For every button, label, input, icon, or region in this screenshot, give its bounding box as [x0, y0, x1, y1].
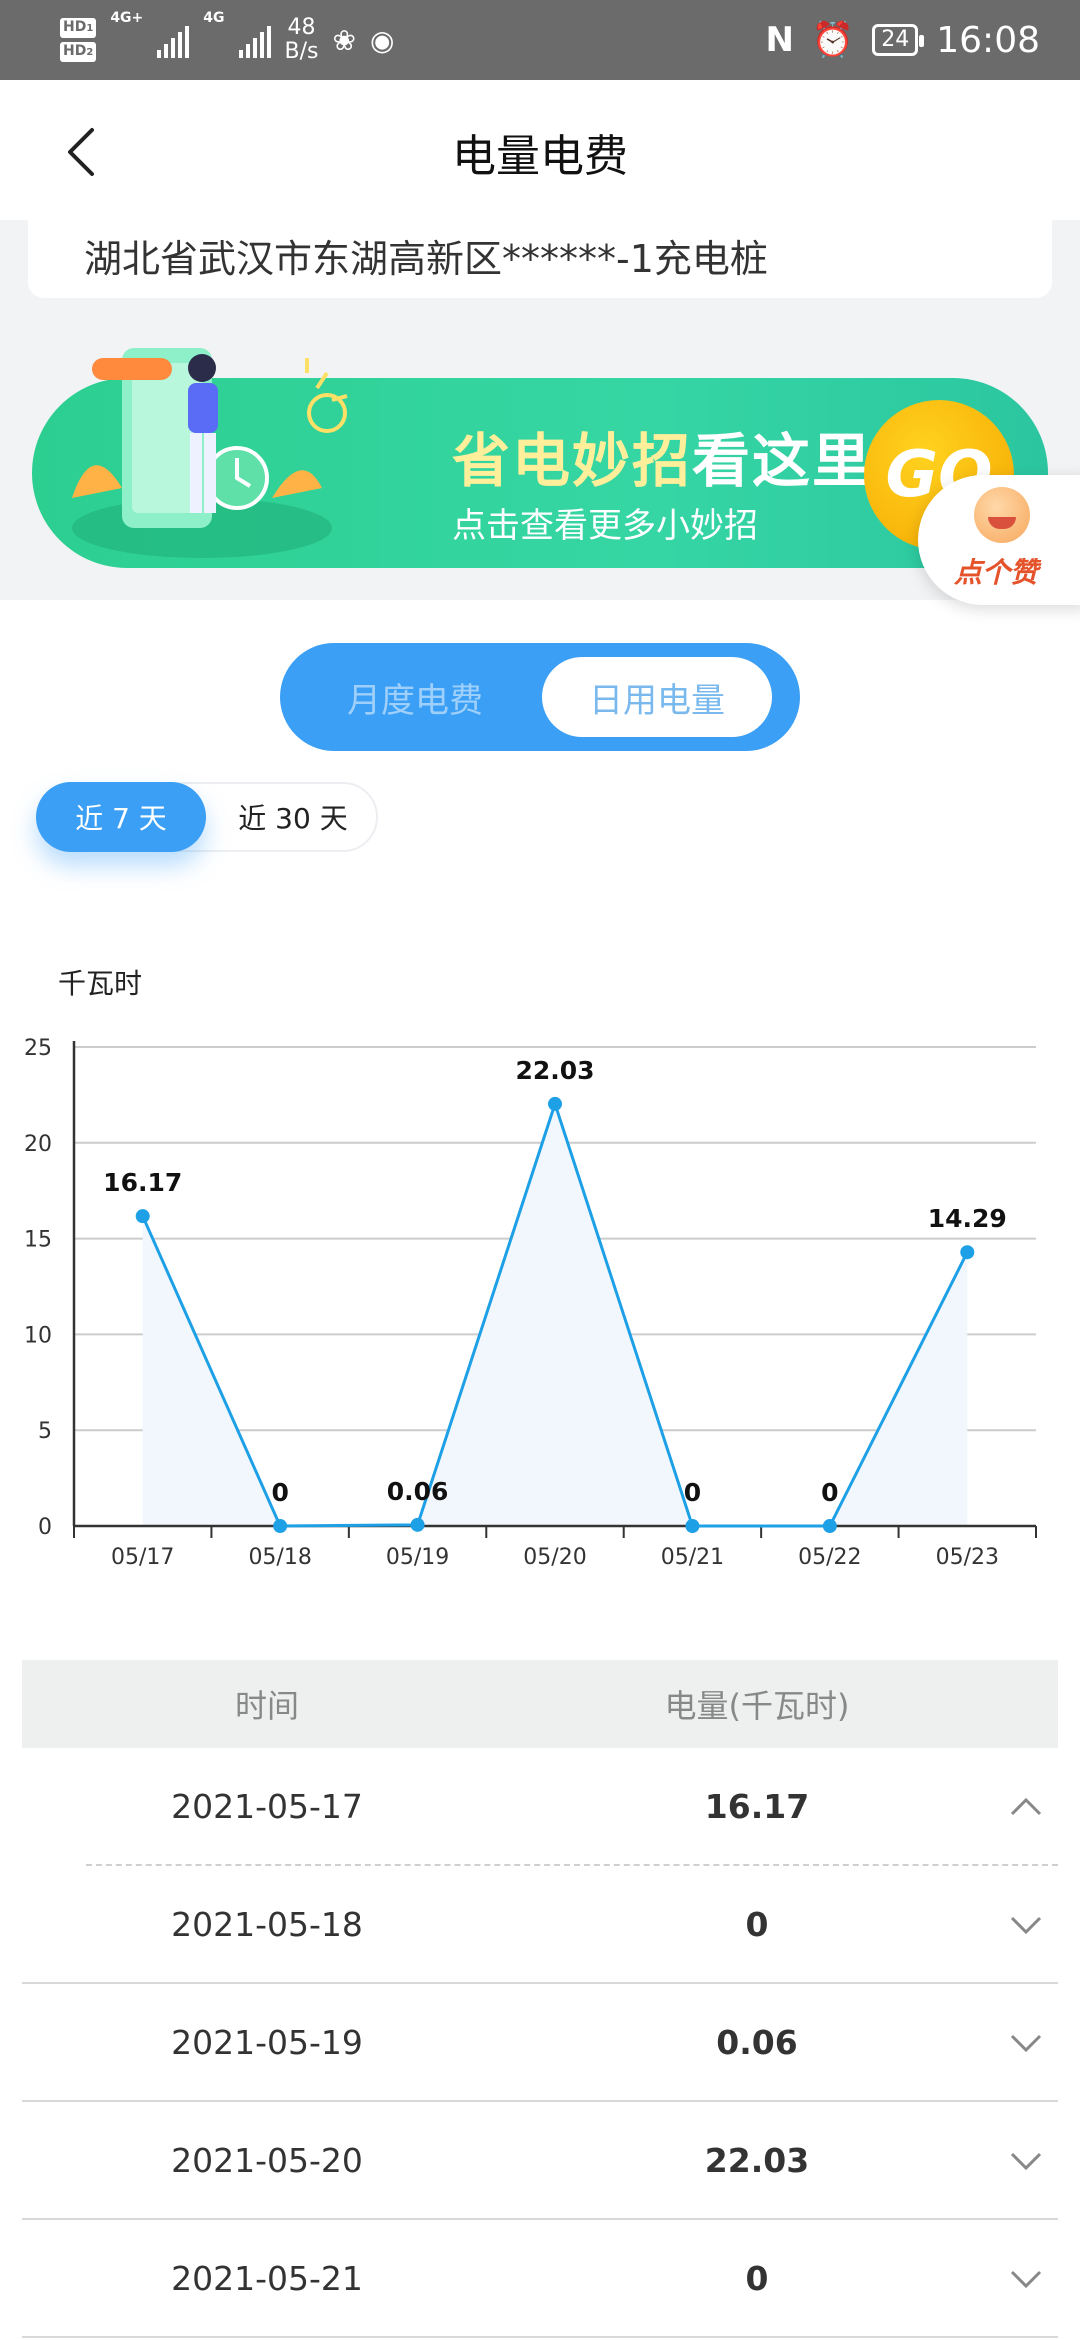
- tab-daily-usage[interactable]: 日用电量: [542, 657, 772, 737]
- table-header: 时间 电量(千瓦时): [22, 1660, 1058, 1748]
- x-tick-label: 05/23: [936, 1545, 999, 1570]
- column-header-time: 时间: [234, 1687, 299, 1725]
- series-area: [142, 1103, 968, 1526]
- status-left: HD1 HD2 4G+ 4G 48 B/s ❀ ◉: [60, 10, 394, 70]
- y-tick-label: 10: [24, 1323, 52, 1348]
- sim1-label: HD: [63, 19, 87, 35]
- x-tick-label: 05/20: [523, 1545, 586, 1570]
- alarm-icon: ⏰: [811, 20, 855, 60]
- net-speed-value: 48: [287, 15, 316, 40]
- data-label: 16.17: [103, 1168, 182, 1197]
- range-7-days-button[interactable]: 近 7 天: [36, 782, 206, 852]
- data-label: 0: [271, 1478, 288, 1507]
- like-button[interactable]: 点个赞: [918, 475, 1080, 605]
- status-bar: HD1 HD2 4G+ 4G 48 B/s ❀ ◉ N ⏰ 24 16:08: [0, 0, 1080, 80]
- data-label: 14.29: [928, 1204, 1007, 1233]
- chevron-up-icon[interactable]: [1008, 1788, 1044, 1824]
- data-point: [410, 1517, 425, 1532]
- battery-level: 24: [881, 27, 910, 52]
- chevron-down-icon[interactable]: [1008, 2142, 1044, 2178]
- range-toggle: 近 7 天 近 30 天: [36, 782, 378, 852]
- usage-table: 时间 电量(千瓦时) 2021-05-17 16.17 2021-05-18 0 202…: [22, 1660, 1058, 2338]
- banner-headline-part1: 省电妙招: [452, 427, 693, 495]
- data-label: 22.03: [515, 1056, 594, 1085]
- page-title: 电量电费: [452, 131, 628, 182]
- signal1-icon: [157, 22, 190, 58]
- nfc-icon: N: [765, 20, 794, 60]
- daily-usage-line-chart: 千瓦时 0 5 10 15 20 25 05/17 05/18 05/19 05/20 05/21 0…: [24, 967, 1037, 1570]
- row-value: 16.17: [704, 1786, 810, 1826]
- battery-icon: 24: [872, 24, 925, 56]
- like-button-label: 点个赞: [954, 556, 1039, 589]
- row-value: 22.03: [704, 2140, 810, 2180]
- row-value: 0: [745, 1904, 769, 1944]
- y-tick-label: 25: [24, 1036, 52, 1061]
- x-tick-label: 05/19: [386, 1545, 449, 1570]
- y-tick-label: 20: [24, 1132, 52, 1157]
- station-address: 湖北省武汉市东湖高新区******-1充电桩: [84, 237, 768, 281]
- chevron-down-icon[interactable]: [1008, 1906, 1044, 1942]
- row-date: 2021-05-21: [171, 2258, 363, 2298]
- data-point: [273, 1519, 288, 1533]
- clock: 16:08: [936, 19, 1040, 61]
- row-date: 2021-05-17: [171, 1786, 363, 1826]
- energy-tips-banner[interactable]: 省电妙招看这里 点击查看更多小妙招 GO: [32, 348, 1048, 568]
- y-tick-label: 5: [38, 1419, 52, 1444]
- x-tick-label: 05/17: [111, 1545, 174, 1570]
- table-row[interactable]: 2021-05-18 0: [22, 1866, 1058, 1984]
- table-row[interactable]: 2021-05-21 0: [22, 2220, 1058, 2338]
- y-tick-label: 15: [24, 1228, 52, 1253]
- y-tick-label: 0: [38, 1515, 52, 1540]
- app-notification-icon: ❀: [332, 23, 356, 57]
- address-card: 湖北省武汉市东湖高新区******-1充电桩: [28, 220, 1052, 298]
- view-tabs: 月度电费 日用电量: [280, 643, 800, 751]
- row-date: 2021-05-20: [171, 2140, 363, 2180]
- y-axis-label: 千瓦时: [58, 967, 142, 1000]
- x-tick-label: 05/21: [661, 1545, 724, 1570]
- smiley-face-icon: [974, 487, 1030, 543]
- row-value: 0.06: [716, 2022, 798, 2062]
- tab-monthly-fee[interactable]: 月度电费: [300, 643, 530, 751]
- sim-indicators: HD1 HD2: [60, 18, 97, 62]
- data-point: [548, 1096, 562, 1111]
- range-30-days-button[interactable]: 近 30 天: [208, 782, 378, 852]
- banner-headline-part2: 看这里: [692, 427, 873, 495]
- x-tick-label: 05/22: [798, 1545, 861, 1570]
- chevron-down-icon[interactable]: [1008, 2024, 1044, 2060]
- banner-illustration: [72, 348, 348, 558]
- sim2-number: 2: [86, 47, 94, 58]
- sim2-hd-badge: HD2: [60, 42, 97, 62]
- sim2-label: HD: [63, 43, 87, 59]
- sim1-number: 1: [86, 23, 94, 34]
- banner-subtitle: 点击查看更多小妙招: [452, 506, 758, 546]
- data-label: 0: [821, 1478, 838, 1507]
- banner-headline: 省电妙招看这里: [452, 414, 872, 498]
- table-row[interactable]: 2021-05-19 0.06: [22, 1984, 1058, 2102]
- app-header: 电量电费: [0, 80, 1080, 220]
- net-speed-unit: B/s: [284, 39, 319, 64]
- data-point: [135, 1209, 150, 1224]
- network2-label: 4G: [203, 10, 225, 26]
- network1-label: 4G+: [110, 10, 144, 26]
- table-row[interactable]: 2021-05-20 22.03: [22, 2102, 1058, 2220]
- row-date: 2021-05-19: [171, 2022, 363, 2062]
- table-row[interactable]: 2021-05-17 16.17: [86, 1748, 1058, 1866]
- row-value: 0: [745, 2258, 769, 2298]
- row-date: 2021-05-18: [171, 1904, 363, 1944]
- data-point: [685, 1519, 700, 1533]
- data-label: 0.06: [387, 1477, 449, 1506]
- sim1-hd-badge: HD1: [60, 18, 97, 38]
- data-label: 0: [684, 1478, 701, 1507]
- x-tick-label: 05/18: [248, 1545, 311, 1570]
- column-header-value: 电量(千瓦时): [664, 1687, 850, 1725]
- data-point: [960, 1245, 975, 1260]
- wechat-icon: ◉: [369, 23, 395, 57]
- chevron-down-icon[interactable]: [1008, 2260, 1044, 2296]
- signal2-icon: [238, 22, 271, 58]
- status-right: N ⏰ 24 16:08: [765, 10, 1040, 70]
- net-speed: 48 B/s: [285, 16, 319, 64]
- top-section: 湖北省武汉市东湖高新区******-1充电桩 省电妙招看这里 点击查看更多小妙招…: [0, 220, 1080, 605]
- table-body: 2021-05-17 16.17 2021-05-18 0 2021-05-19 0.06…: [22, 1748, 1058, 2338]
- data-point: [822, 1519, 837, 1533]
